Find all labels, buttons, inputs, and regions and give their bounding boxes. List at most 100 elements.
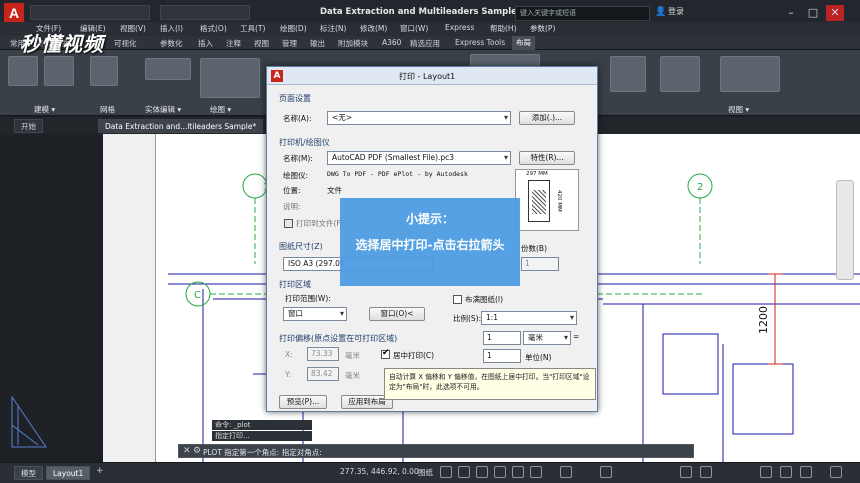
tab-output[interactable]: 输出 — [310, 38, 325, 49]
tab-addins[interactable]: 附加模块 — [338, 38, 368, 49]
polar-icon[interactable] — [494, 466, 506, 478]
menu-format[interactable]: 格式(O) — [200, 23, 227, 34]
plot-range-select[interactable]: 窗口 ▾ — [283, 307, 347, 321]
panel-label-solid-editing[interactable]: 实体编辑 ▾ — [145, 104, 181, 115]
draw-tools-icons[interactable] — [200, 58, 260, 98]
snap-icon[interactable] — [458, 466, 470, 478]
otrack-icon[interactable] — [530, 466, 542, 478]
view-tools-icon[interactable] — [720, 56, 780, 92]
menu-tools[interactable]: 工具(T) — [240, 23, 265, 34]
section-plane-icon[interactable] — [610, 56, 646, 92]
quick-access-toolbar[interactable] — [30, 5, 150, 20]
clean-screen-icon[interactable] — [800, 466, 812, 478]
customize-icon[interactable] — [830, 466, 842, 478]
panel-label-modeling[interactable]: 建模 ▾ — [34, 104, 55, 115]
user-icon[interactable]: 👤 — [655, 7, 666, 17]
dialog-title-bar[interactable]: A 打印 - Layout1 — [267, 67, 597, 85]
minimize-icon[interactable]: – — [782, 5, 800, 21]
grid-marker-c: C — [194, 290, 201, 301]
tip-text: 选择居中打印-点击右拉箭头 — [355, 238, 505, 252]
tab-featured-apps[interactable]: 精选应用 — [410, 38, 440, 49]
panel-label-view[interactable]: 视图 ▾ — [728, 104, 749, 115]
menu-params[interactable]: 参数(P) — [530, 23, 555, 34]
tab-insert[interactable]: 插入 — [198, 38, 213, 49]
ortho-icon[interactable] — [476, 466, 488, 478]
copies-label: 份数(B) — [521, 244, 547, 253]
workspace-dropdown[interactable] — [160, 5, 250, 20]
smooth-object-icon[interactable] — [90, 56, 118, 86]
center-plot-checkbox[interactable]: ✔ — [381, 348, 390, 359]
panel-label-draw[interactable]: 绘图 ▾ — [210, 104, 231, 115]
menu-dimension[interactable]: 标注(N) — [320, 23, 346, 34]
center-plot-label: 居中打印(C) — [393, 351, 435, 360]
menu-insert[interactable]: 插入(I) — [160, 23, 183, 34]
properties-button[interactable]: 特性(R)... — [519, 151, 575, 165]
fit-to-paper-checkbox[interactable] — [453, 295, 462, 304]
wrench-icon[interactable]: ⚙ — [193, 446, 201, 456]
file-tab-drawing[interactable]: Data Extraction and...ltileaders Sample* — [98, 119, 264, 133]
extrude-icon[interactable] — [44, 56, 74, 86]
printer-select[interactable]: AutoCAD PDF (Smallest File).pc3 ▾ — [327, 151, 511, 165]
preview-button[interactable]: 预览(P)... — [279, 395, 327, 409]
page-setup-select[interactable]: <无> ▾ — [327, 111, 511, 125]
panel-label-mesh[interactable]: 网格 — [100, 104, 115, 115]
menu-draw[interactable]: 绘图(D) — [280, 23, 307, 34]
navigation-bar[interactable] — [836, 180, 854, 280]
file-tab-start[interactable]: 开始 — [14, 119, 43, 133]
command-line[interactable]: ✕ ⚙ PLOT 指定第一个角点: 指定对角点: — [178, 444, 694, 458]
add-layout-icon[interactable]: + — [96, 466, 104, 476]
autocad-logo-icon[interactable]: A — [4, 3, 24, 23]
workspace-icon[interactable] — [680, 466, 692, 478]
tab-manage[interactable]: 管理 — [282, 38, 297, 49]
tab-model[interactable]: 模型 — [14, 466, 43, 480]
page-setup-value: <无> — [332, 113, 353, 122]
tab-express-tools[interactable]: Express Tools — [455, 38, 505, 47]
solid-editing-icons[interactable] — [145, 58, 191, 80]
copies-input[interactable]: 1 — [521, 257, 559, 271]
command-prompt: PLOT 指定第一个角点: 指定对角点: — [203, 448, 322, 457]
menu-view[interactable]: 视图(V) — [120, 23, 146, 34]
offset-x-label: X: — [285, 350, 293, 359]
osnap-icon[interactable] — [512, 466, 524, 478]
hardware-accel-icon[interactable] — [780, 466, 792, 478]
annotation-icon[interactable] — [600, 466, 612, 478]
print-to-file-checkbox[interactable] — [284, 219, 293, 228]
signin-link[interactable]: 登录 — [668, 6, 684, 17]
menu-help[interactable]: 帮助(H) — [490, 23, 517, 34]
tab-layout[interactable]: 布局 — [512, 36, 535, 50]
menu-express[interactable]: Express — [445, 23, 474, 32]
tab-parametric[interactable]: 参数化 — [160, 38, 183, 49]
close-icon[interactable]: ✕ — [826, 5, 844, 21]
scale-value2-input[interactable]: 1 — [483, 349, 521, 363]
tab-a360[interactable]: A360 — [382, 38, 401, 47]
tab-visualize[interactable]: 可视化 — [114, 38, 137, 49]
paper-width-label: 297 MM — [526, 171, 548, 177]
page-setup-group: 页面设置 — [279, 94, 311, 103]
paper-size-value: ISO A3 (297.00 — [288, 259, 345, 268]
chevron-down-icon: ▾ — [503, 153, 508, 162]
maximize-icon[interactable]: □ — [804, 5, 822, 21]
gear-icon[interactable] — [700, 466, 712, 478]
paper-mode-toggle[interactable]: 图纸 — [418, 467, 433, 478]
plot-range-value: 窗口 — [288, 309, 303, 318]
lineweight-icon[interactable] — [560, 466, 572, 478]
add-button[interactable]: 添加(.)... — [519, 111, 575, 125]
menu-modify[interactable]: 修改(M) — [360, 23, 387, 34]
close-icon[interactable]: ✕ — [183, 446, 191, 456]
tab-view[interactable]: 视图 — [254, 38, 269, 49]
scale-unit-select[interactable]: 毫米 ▾ — [523, 331, 571, 345]
box-icon[interactable] — [8, 56, 38, 86]
menu-window[interactable]: 窗口(W) — [400, 23, 428, 34]
search-input[interactable]: 键入关键字或短语 — [515, 6, 650, 21]
scale-select[interactable]: 1:1 ▾ — [481, 311, 577, 325]
window-button[interactable]: 窗口(O)< — [369, 307, 425, 321]
offset-y-input[interactable]: 83.42 — [307, 367, 339, 381]
tab-layout1[interactable]: Layout1 — [46, 466, 91, 480]
selection-icon[interactable] — [660, 56, 700, 92]
offset-x-input[interactable]: 73.33 — [307, 347, 339, 361]
isolate-icon[interactable] — [760, 466, 772, 478]
scale-value1-input[interactable]: 1 — [483, 331, 521, 345]
tab-annotate[interactable]: 注释 — [226, 38, 241, 49]
description-label: 说明: — [283, 202, 301, 211]
grid-icon[interactable] — [440, 466, 452, 478]
